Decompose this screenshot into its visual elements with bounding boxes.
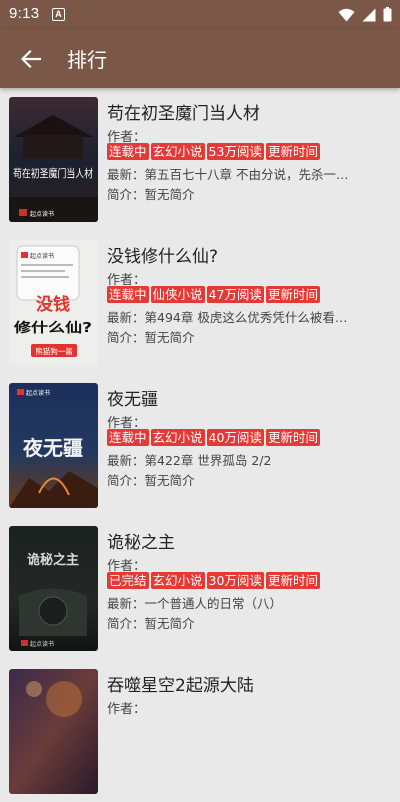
intro-value: 暂无简介 — [144, 616, 195, 631]
battery-icon — [383, 7, 392, 22]
author-label: 作者： — [107, 702, 147, 717]
intro-value: 暂无简介 — [144, 330, 195, 345]
tag-list: 已完结 玄幻小说 30万阅读 更新时间 — [107, 572, 320, 589]
notification-a-icon: A — [52, 8, 65, 21]
book-cover: 起点读书 夜无疆 — [9, 383, 98, 508]
back-button[interactable] — [16, 45, 46, 73]
status-bar: 9:13 A — [0, 0, 400, 29]
update-time-tag: 更新时间 — [265, 429, 320, 446]
intro-label: 简介： — [107, 187, 145, 202]
intro-value: 暂无简介 — [144, 187, 195, 202]
tag-list: 连载中 仙侠小说 47万阅读 更新时间 — [107, 286, 320, 303]
intro-label: 简介： — [107, 473, 145, 488]
status-tag: 连载中 — [107, 286, 149, 303]
category-tag: 玄幻小说 — [150, 572, 205, 589]
tag-list: 连载中 玄幻小说 40万阅读 更新时间 — [107, 429, 320, 446]
status-icons — [338, 6, 392, 23]
app-bar: 排行 — [0, 29, 400, 88]
book-item[interactable]: 吞噬星空2起源大陆 作者： — [0, 660, 400, 802]
book-item[interactable]: 起点读书 夜无疆 夜无疆 作者： 连载中 玄幻小说 40万阅读 更新时间 最新：… — [0, 374, 400, 516]
intro-value: 暂无简介 — [144, 473, 195, 488]
reads-tag: 40万阅读 — [206, 429, 264, 446]
book-title: 夜无疆 — [107, 390, 158, 410]
latest-chapter: 最新：第422章 世界孤岛 2/2 — [107, 450, 392, 469]
cover-author: 熊猫狗一酱 — [35, 346, 73, 356]
latest-value: 一个普通人的日常（八） — [144, 596, 283, 611]
book-item[interactable]: 苟在初圣魔门当人材 起点读书 苟在初圣魔门当人材 作者： 连载中 玄幻小说 53… — [0, 88, 400, 230]
book-intro: 简介：暂无简介 — [107, 470, 195, 489]
wifi-icon — [338, 8, 355, 21]
reads-tag: 53万阅读 — [206, 143, 264, 160]
update-time-tag: 更新时间 — [265, 286, 320, 303]
latest-chapter: 最新：第494章 极虎这么优秀凭什么被看… — [107, 307, 392, 326]
cover-title: 诡秘之主 — [27, 552, 79, 568]
latest-value: 第五百七十八章 不由分说，先杀一… — [144, 167, 349, 182]
cover-publisher: 起点读书 — [30, 252, 54, 260]
book-item[interactable]: 诡秘之主 起点读书 诡秘之主 作者： 已完结 玄幻小说 30万阅读 更新时间 最… — [0, 517, 400, 659]
cover-title: 苟在初圣魔门当人材 — [13, 166, 93, 180]
book-author: 作者： — [107, 698, 146, 717]
cover-title-2: 修什么仙? — [13, 320, 92, 336]
category-tag: 仙侠小说 — [150, 286, 205, 303]
intro-label: 简介： — [107, 330, 145, 345]
update-time-tag: 更新时间 — [265, 143, 320, 160]
book-intro: 简介：暂无简介 — [107, 184, 195, 203]
reads-tag: 47万阅读 — [206, 286, 264, 303]
reads-tag: 30万阅读 — [206, 572, 264, 589]
category-tag: 玄幻小说 — [150, 429, 205, 446]
book-title: 诡秘之主 — [107, 533, 175, 553]
latest-value: 第422章 世界孤岛 2/2 — [144, 453, 272, 468]
category-tag: 玄幻小说 — [150, 143, 205, 160]
latest-value: 第494章 极虎这么优秀凭什么被看… — [144, 310, 348, 325]
book-cover: 诡秘之主 起点读书 — [9, 526, 98, 651]
latest-label: 最新： — [107, 453, 145, 468]
status-time: 9:13 — [9, 5, 40, 22]
latest-chapter: 最新：一个普通人的日常（八） — [107, 593, 392, 612]
book-intro: 简介：暂无简介 — [107, 327, 195, 346]
latest-label: 最新： — [107, 596, 145, 611]
cover-publisher: 起点读书 — [30, 210, 54, 218]
book-title: 苟在初圣魔门当人材 — [107, 104, 260, 124]
page-title: 排行 — [67, 48, 107, 72]
cover-title: 夜无疆 — [22, 436, 83, 460]
arrow-left-icon — [21, 50, 41, 68]
status-tag: 已完结 — [107, 572, 149, 589]
latest-label: 最新： — [107, 167, 145, 182]
update-time-tag: 更新时间 — [265, 572, 320, 589]
status-tag: 连载中 — [107, 143, 149, 160]
latest-label: 最新： — [107, 310, 145, 325]
tag-list: 连载中 玄幻小说 53万阅读 更新时间 — [107, 143, 320, 160]
intro-label: 简介： — [107, 616, 145, 631]
book-cover: 苟在初圣魔门当人材 起点读书 — [9, 97, 98, 222]
book-cover: 起点读书 没钱 修什么仙? 熊猫狗一酱 — [9, 240, 98, 365]
signal-icon — [362, 8, 376, 21]
cover-title-1: 没钱 — [36, 294, 70, 315]
latest-chapter: 最新：第五百七十八章 不由分说，先杀一… — [107, 164, 392, 183]
book-cover — [9, 669, 98, 794]
cover-publisher: 起点读书 — [30, 640, 54, 648]
book-title: 没钱修什么仙? — [107, 247, 219, 267]
book-item[interactable]: 起点读书 没钱 修什么仙? 熊猫狗一酱 没钱修什么仙? 作者： 连载中 仙侠小说… — [0, 231, 400, 373]
cover-publisher: 起点读书 — [26, 389, 50, 397]
book-intro: 简介：暂无简介 — [107, 613, 195, 632]
status-tag: 连载中 — [107, 429, 149, 446]
book-title: 吞噬星空2起源大陆 — [107, 676, 254, 696]
